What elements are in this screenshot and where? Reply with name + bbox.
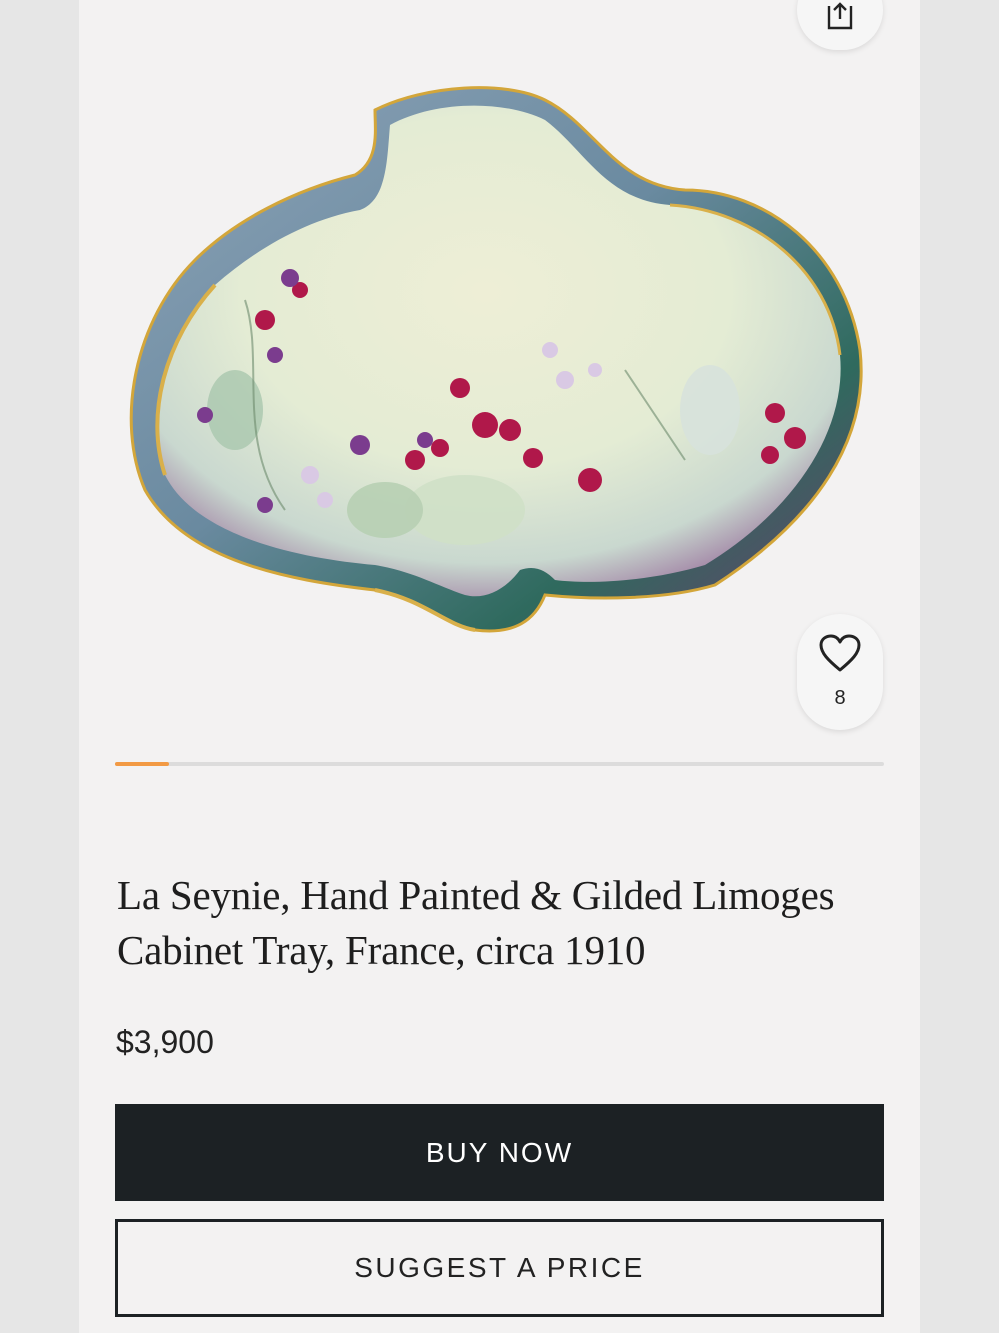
share-icon <box>827 2 853 30</box>
buy-now-button[interactable]: BUY NOW <box>115 1104 884 1201</box>
heart-icon <box>819 634 861 672</box>
product-image[interactable] <box>125 80 870 640</box>
product-title: La Seynie, Hand Painted & Gilded Limoges… <box>117 872 835 973</box>
gallery-progress-bar <box>115 762 884 766</box>
suggest-price-button[interactable]: SUGGEST A PRICE <box>115 1219 884 1317</box>
favorite-button[interactable]: 8 <box>797 614 883 730</box>
product-price: $3,900 <box>116 1024 214 1060</box>
favorite-count: 8 <box>834 687 846 709</box>
gallery-progress-fill <box>115 762 169 766</box>
